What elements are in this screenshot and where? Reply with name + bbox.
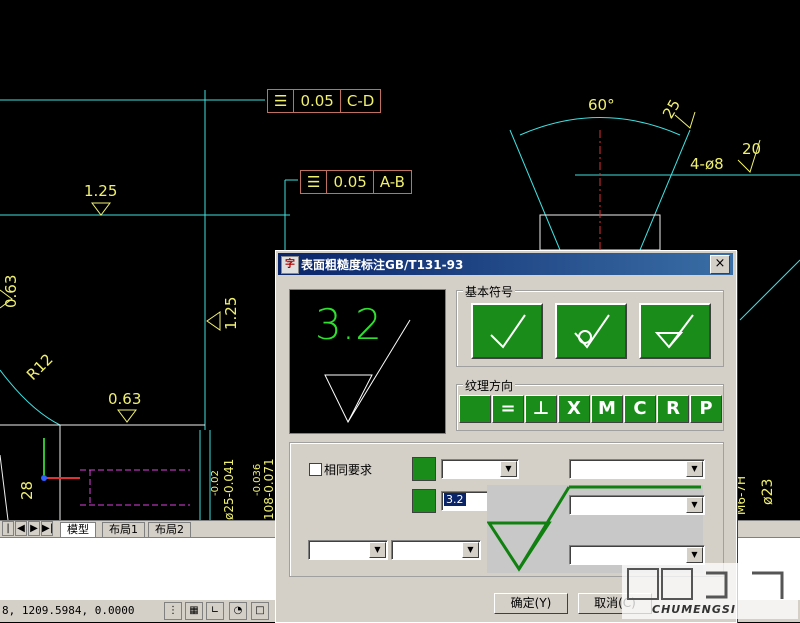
- chevron-down-icon: ▼: [686, 547, 703, 563]
- chevron-down-icon: ▼: [686, 497, 703, 513]
- tolerance-frame-cd: ☰ 0.05 C-D: [267, 89, 382, 113]
- hole-label: 4-ø8: [690, 155, 724, 173]
- texture-perpendicular-button[interactable]: ⊥: [525, 395, 557, 423]
- triangle-check-icon: [654, 314, 694, 349]
- frame-value: 0.05: [294, 90, 341, 112]
- prev-tab-button[interactable]: ◀: [15, 521, 27, 536]
- roughness-value: 3.2: [444, 493, 466, 506]
- texture-parallel-button[interactable]: =: [492, 395, 524, 423]
- texture-particulate-button[interactable]: P: [690, 395, 722, 423]
- param-combo-right-top[interactable]: ▼: [569, 459, 705, 479]
- chevron-down-icon: ▼: [500, 461, 517, 477]
- basic-symbol-label: 基本符号: [463, 283, 516, 300]
- dim-label: ø25-0.041: [222, 458, 236, 520]
- next-tab-button[interactable]: ▶: [28, 521, 40, 536]
- roughness-label: 0.63: [2, 274, 20, 308]
- texture-direction-label: 纹理方向: [463, 377, 516, 394]
- basic-symbol-group: 基本符号: [456, 283, 724, 367]
- frame-value: 0.05: [327, 171, 374, 193]
- roughness-label: 0.63: [108, 390, 142, 408]
- param-combo-top[interactable]: ▼: [441, 459, 519, 479]
- removal-symbol-button[interactable]: [639, 303, 711, 359]
- dim-label: -0.02: [210, 470, 221, 496]
- texture-none-button[interactable]: [459, 395, 491, 423]
- roughness-label: 1.25: [84, 182, 118, 200]
- frame-datum: A-B: [379, 173, 405, 191]
- same-requirement-label: 相同要求: [324, 463, 373, 477]
- tolerance-frame-ab: ☰ 0.05 A-B: [300, 170, 412, 194]
- watermark-logo: CHUMENGSI: [622, 563, 798, 619]
- chevron-down-icon: ▼: [462, 542, 479, 558]
- dialog-title: 表面粗糙度标注GB/T131-93: [301, 258, 464, 272]
- param-combo-right-bottom[interactable]: ▼: [569, 545, 705, 565]
- dim-label: 108-0.071: [262, 458, 276, 520]
- tab-layout2[interactable]: 布局2: [148, 522, 191, 538]
- last-tab-button[interactable]: ▶|: [41, 521, 53, 536]
- check-icon: [490, 314, 526, 349]
- color-swatch[interactable]: [412, 489, 436, 513]
- ok-button[interactable]: 确定(Y): [494, 593, 568, 614]
- texture-crossed-button[interactable]: X: [558, 395, 590, 423]
- grid-icon[interactable]: ▦: [185, 602, 203, 620]
- app-icon: 字: [281, 256, 299, 274]
- color-swatch[interactable]: [412, 457, 436, 481]
- texture-multidirectional-button[interactable]: M: [591, 395, 623, 423]
- same-requirement-checkbox[interactable]: [309, 463, 322, 476]
- param-combo-left-2[interactable]: ▼: [391, 540, 481, 560]
- frame-datum: C-D: [346, 92, 375, 110]
- dim-label: -0.036: [252, 463, 263, 496]
- watermark-subtitle: CHUMENGSI: [652, 603, 736, 616]
- roughness-label: 1.25: [222, 296, 240, 330]
- parameter-panel: 相同要求 ▼ ▼ 3.2 ▼ ▼ ▼ ▼ ▼: [289, 442, 724, 577]
- chevron-down-icon: ▼: [369, 542, 386, 558]
- preview-value: 3.2: [315, 300, 382, 349]
- snap-icon[interactable]: ⋮: [164, 602, 182, 620]
- param-combo-left-1[interactable]: ▼: [308, 540, 388, 560]
- first-tab-button[interactable]: |◀: [2, 521, 14, 547]
- texture-direction-group: 纹理方向 = ⊥ X M C R P: [456, 377, 724, 431]
- texture-radial-button[interactable]: R: [657, 395, 689, 423]
- dialog-titlebar[interactable]: 字 表面粗糙度标注GB/T131-93 ×: [278, 253, 733, 275]
- coordinate-readout: 8, 1209.5984, 0.0000: [2, 604, 135, 617]
- preview-panel: 3.2: [289, 289, 446, 434]
- roughness-label: 20: [742, 140, 762, 158]
- circle-check-icon: [574, 314, 610, 349]
- angle-label: 60°: [588, 96, 615, 114]
- close-button[interactable]: ×: [710, 255, 730, 274]
- param-combo-right-mid[interactable]: ▼: [569, 495, 705, 515]
- ortho-icon[interactable]: ∟: [206, 602, 224, 620]
- polar-icon[interactable]: ◔: [229, 602, 247, 620]
- osnap-icon[interactable]: □: [251, 602, 269, 620]
- chevron-down-icon: ▼: [686, 461, 703, 477]
- texture-circular-button[interactable]: C: [624, 395, 656, 423]
- tab-model[interactable]: 模型: [60, 522, 96, 538]
- flatness-icon: ☰: [301, 171, 328, 193]
- dim-label: 28: [18, 480, 36, 500]
- flatness-icon: ☰: [268, 90, 295, 112]
- dim-label: ø23: [760, 478, 776, 505]
- basic-symbol-button[interactable]: [471, 303, 543, 359]
- non-removal-symbol-button[interactable]: [555, 303, 627, 359]
- tab-layout1[interactable]: 布局1: [102, 522, 145, 538]
